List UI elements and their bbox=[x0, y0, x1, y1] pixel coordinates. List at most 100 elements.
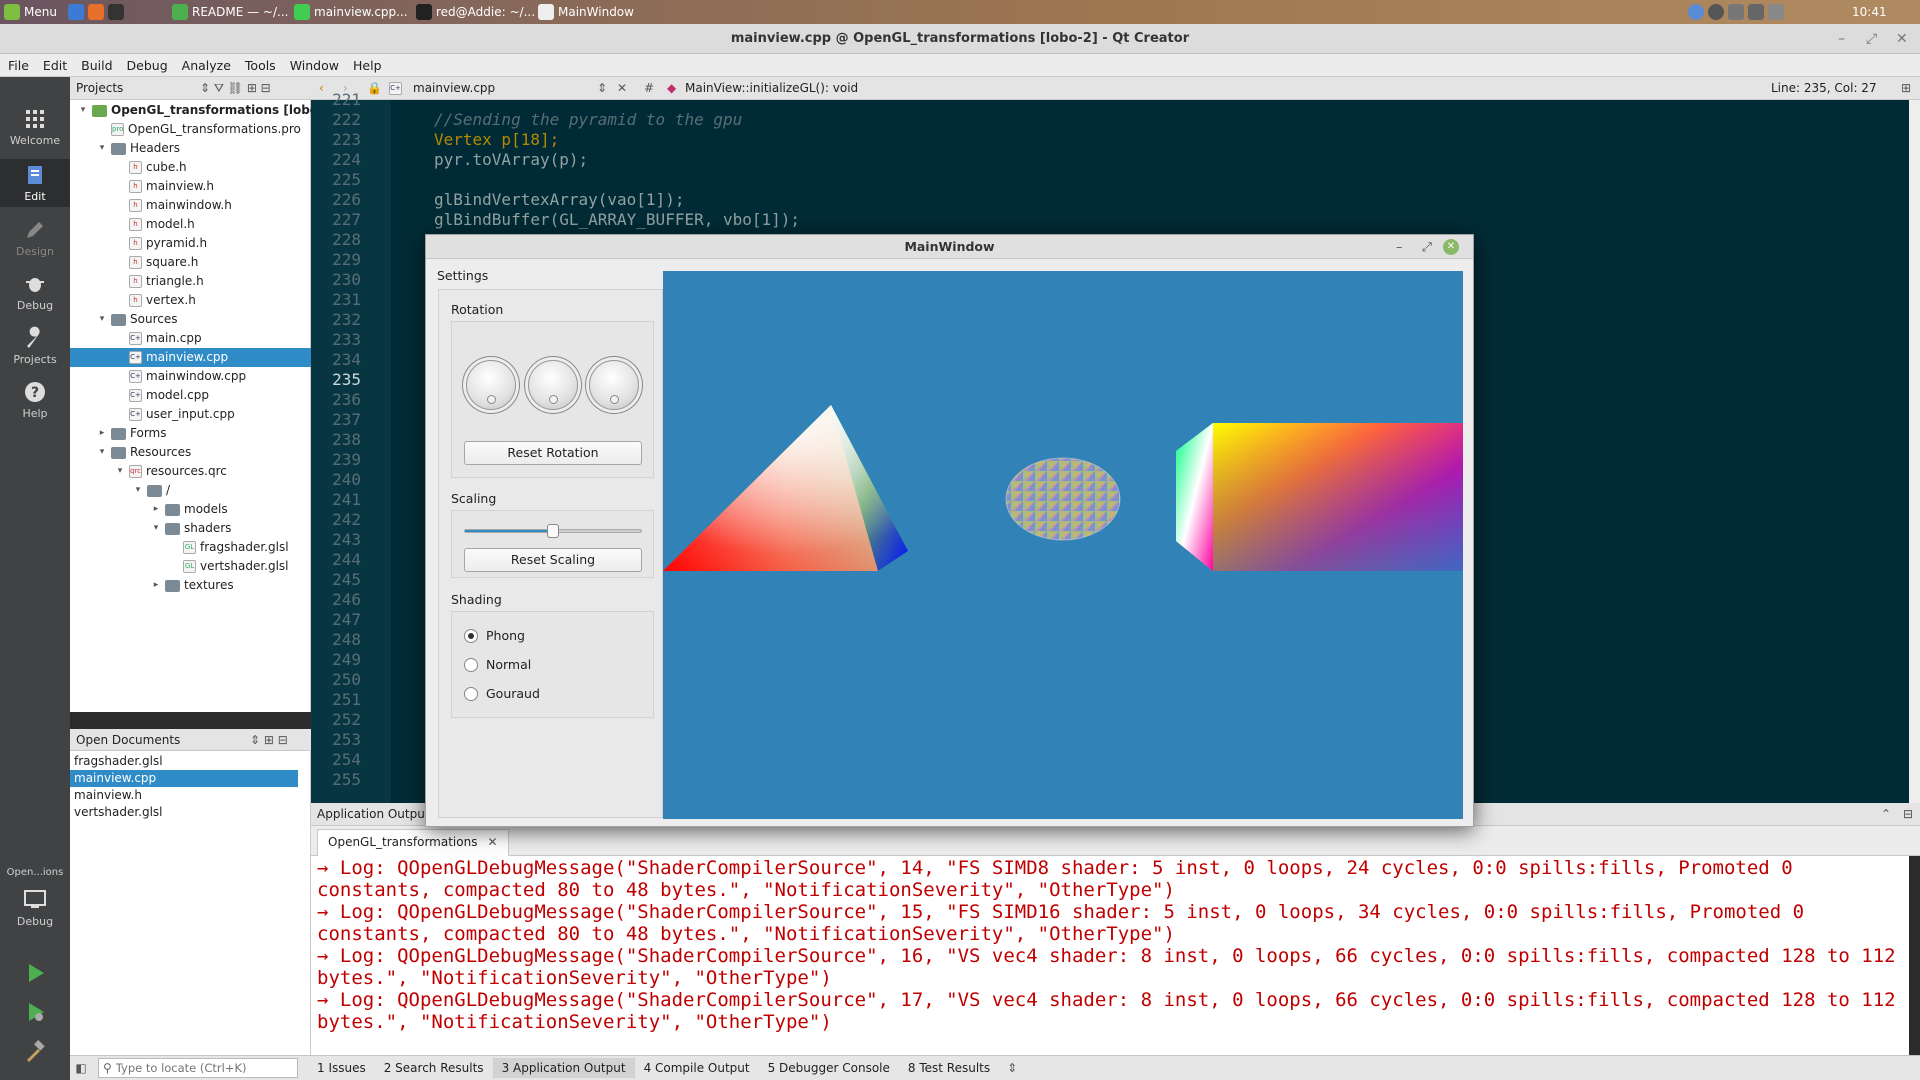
tree-item[interactable]: h mainview.h bbox=[70, 177, 214, 196]
expand-arrow-icon[interactable]: ▾ bbox=[78, 101, 88, 120]
expand-arrow-icon[interactable]: ▾ bbox=[97, 310, 107, 329]
close-document-icon[interactable]: ✕ bbox=[617, 77, 627, 100]
projects-view-selector[interactable]: Projects bbox=[76, 81, 123, 95]
rotation-z-dial[interactable] bbox=[589, 360, 639, 410]
taskbar-window-qtcreator[interactable]: mainview.cpp... bbox=[294, 3, 408, 21]
menu-debug[interactable]: Debug bbox=[127, 58, 168, 73]
start-menu-button[interactable]: Menu bbox=[4, 3, 57, 21]
taskbar-window-terminal[interactable]: red@Addie: ~/... bbox=[416, 3, 535, 21]
terminal-icon[interactable] bbox=[108, 4, 124, 20]
close-tab-icon[interactable]: ✕ bbox=[487, 830, 497, 856]
mode-help[interactable]: ? Help bbox=[0, 380, 70, 420]
tree-item[interactable]: ▾ qrc resources.qrc bbox=[70, 462, 227, 481]
tree-item[interactable]: C+ mainwindow.cpp bbox=[70, 367, 246, 386]
mode-edit[interactable]: Edit bbox=[0, 159, 70, 207]
open-document-item[interactable]: fragshader.glsl bbox=[70, 753, 298, 770]
application-output[interactable]: → Log: QOpenGLDebugMessage("ShaderCompil… bbox=[311, 856, 1909, 1055]
close-pane-icon[interactable]: ⊟ bbox=[1903, 803, 1913, 826]
bottom-tab[interactable]: 2 Search Results bbox=[375, 1058, 493, 1078]
scaling-slider[interactable] bbox=[464, 524, 642, 538]
maximize-icon[interactable]: ⤢ bbox=[1866, 24, 1877, 54]
close-icon[interactable]: ✕ bbox=[1896, 24, 1908, 54]
tree-item[interactable]: ▸ textures bbox=[70, 576, 234, 595]
menu-analyze[interactable]: Analyze bbox=[182, 58, 231, 73]
bottom-tab[interactable]: 3 Application Output bbox=[492, 1058, 635, 1078]
reset-scaling-button[interactable]: Reset Scaling bbox=[464, 548, 642, 572]
editor-scrollbar[interactable] bbox=[1909, 100, 1920, 803]
tray-icons[interactable] bbox=[1688, 3, 1784, 21]
tree-item[interactable]: h pyramid.h bbox=[70, 234, 207, 253]
tree-item[interactable]: ▾ shaders bbox=[70, 519, 232, 538]
run-button[interactable] bbox=[0, 961, 70, 988]
show-desktop-icon[interactable] bbox=[68, 4, 84, 20]
menu-help[interactable]: Help bbox=[353, 58, 382, 73]
reset-rotation-button[interactable]: Reset Rotation bbox=[464, 441, 642, 465]
firefox-icon[interactable] bbox=[88, 4, 104, 20]
tree-item[interactable]: GL fragshader.glsl bbox=[70, 538, 289, 557]
tree-item[interactable]: ▾ Sources bbox=[70, 310, 178, 329]
tree-item[interactable]: C+ model.cpp bbox=[70, 386, 209, 405]
mode-welcome[interactable]: Welcome bbox=[0, 107, 70, 147]
tree-item[interactable]: GL vertshader.glsl bbox=[70, 557, 289, 576]
taskbar-window-mainwindow[interactable]: MainWindow bbox=[538, 3, 634, 21]
dialog-minimize-icon[interactable]: – bbox=[1396, 235, 1402, 259]
open-document-item[interactable]: vertshader.glsl bbox=[70, 804, 298, 821]
current-file-selector[interactable]: mainview.cpp bbox=[413, 77, 495, 100]
tree-item[interactable]: h mainwindow.h bbox=[70, 196, 232, 215]
locator-input[interactable] bbox=[115, 1061, 286, 1075]
open-document-item[interactable]: mainview.cpp bbox=[70, 770, 298, 787]
bluetooth-icon[interactable] bbox=[1708, 4, 1724, 20]
bottom-tab[interactable]: 8 Test Results bbox=[899, 1058, 999, 1078]
expand-arrow-icon[interactable]: ▾ bbox=[115, 462, 125, 481]
clock[interactable]: 10:41 bbox=[1852, 3, 1887, 21]
bottom-tab[interactable]: 4 Compile Output bbox=[635, 1058, 759, 1078]
quicklaunch-icons[interactable] bbox=[68, 3, 124, 21]
kit-selector[interactable]: Debug bbox=[0, 888, 70, 928]
expand-arrow-icon[interactable]: ▸ bbox=[97, 424, 107, 443]
rotation-y-dial[interactable] bbox=[528, 360, 578, 410]
menu-tools[interactable]: Tools bbox=[245, 58, 276, 73]
expand-arrow-icon[interactable]: ▸ bbox=[151, 576, 161, 595]
tree-item[interactable]: ▾ OpenGL_transformations [lobo-2] bbox=[70, 101, 337, 120]
pane-controls-icon[interactable]: ⇕ ⊞ ⊟ bbox=[250, 729, 288, 751]
expand-arrow-icon[interactable]: ▾ bbox=[133, 481, 143, 500]
expand-arrow-icon[interactable]: ▾ bbox=[151, 519, 161, 538]
tree-item[interactable]: ▾ Resources bbox=[70, 443, 192, 462]
tree-item[interactable]: C+ main.cpp bbox=[70, 329, 202, 348]
volume-icon[interactable] bbox=[1748, 4, 1764, 20]
rotation-x-dial[interactable] bbox=[466, 360, 516, 410]
tree-item[interactable]: C+ user_input.cpp bbox=[70, 405, 235, 424]
filter-icon[interactable]: ⇕ ⛛ ⛓ ⊞ ⊟ bbox=[200, 77, 271, 100]
debug-run-button[interactable] bbox=[0, 1000, 70, 1027]
shading-gouraud-radio[interactable]: Gouraud bbox=[464, 686, 540, 701]
mode-projects[interactable]: Projects bbox=[0, 326, 70, 366]
expand-arrow-icon[interactable]: ▸ bbox=[151, 500, 161, 519]
open-document-item[interactable]: mainview.h bbox=[70, 787, 298, 804]
symbol-selector[interactable]: MainView::initializeGL(): void bbox=[685, 77, 858, 100]
maximize-pane-icon[interactable]: ⌃ bbox=[1881, 803, 1891, 826]
toggle-sidebar-icon[interactable]: ◧ bbox=[70, 1061, 92, 1075]
dialog-close-icon[interactable]: ✕ bbox=[1443, 239, 1459, 255]
tree-item[interactable]: pro OpenGL_transformations.pro bbox=[70, 120, 301, 139]
network-icon[interactable] bbox=[1728, 4, 1744, 20]
tree-item[interactable]: h triangle.h bbox=[70, 272, 204, 291]
mode-debug[interactable]: Debug bbox=[0, 272, 70, 312]
tree-item[interactable]: h vertex.h bbox=[70, 291, 196, 310]
minimize-icon[interactable]: – bbox=[1838, 24, 1845, 54]
bottom-tab[interactable]: 1 Issues bbox=[308, 1058, 375, 1078]
taskbar-window-readme[interactable]: README — ~/... bbox=[172, 3, 288, 21]
menu-build[interactable]: Build bbox=[81, 58, 112, 73]
split-icon[interactable]: ⊞ bbox=[1901, 77, 1911, 100]
file-dropdown-icon[interactable]: ⇕ bbox=[597, 77, 607, 100]
shading-phong-radio[interactable]: Phong bbox=[464, 628, 525, 643]
output-tab-app[interactable]: OpenGL_transformations ✕ bbox=[317, 829, 509, 856]
updates-icon[interactable] bbox=[1688, 4, 1704, 20]
expand-arrow-icon[interactable]: ▾ bbox=[97, 443, 107, 462]
expand-arrow-icon[interactable]: ▾ bbox=[97, 139, 107, 158]
menu-edit[interactable]: Edit bbox=[43, 58, 67, 73]
bottom-tab[interactable]: 5 Debugger Console bbox=[759, 1058, 899, 1078]
tree-item[interactable]: ▾ / bbox=[70, 481, 170, 500]
dialog-maximize-icon[interactable]: ⤢ bbox=[1422, 235, 1432, 259]
build-button[interactable] bbox=[0, 1039, 70, 1066]
locator-field[interactable]: ⚲ bbox=[98, 1058, 298, 1078]
